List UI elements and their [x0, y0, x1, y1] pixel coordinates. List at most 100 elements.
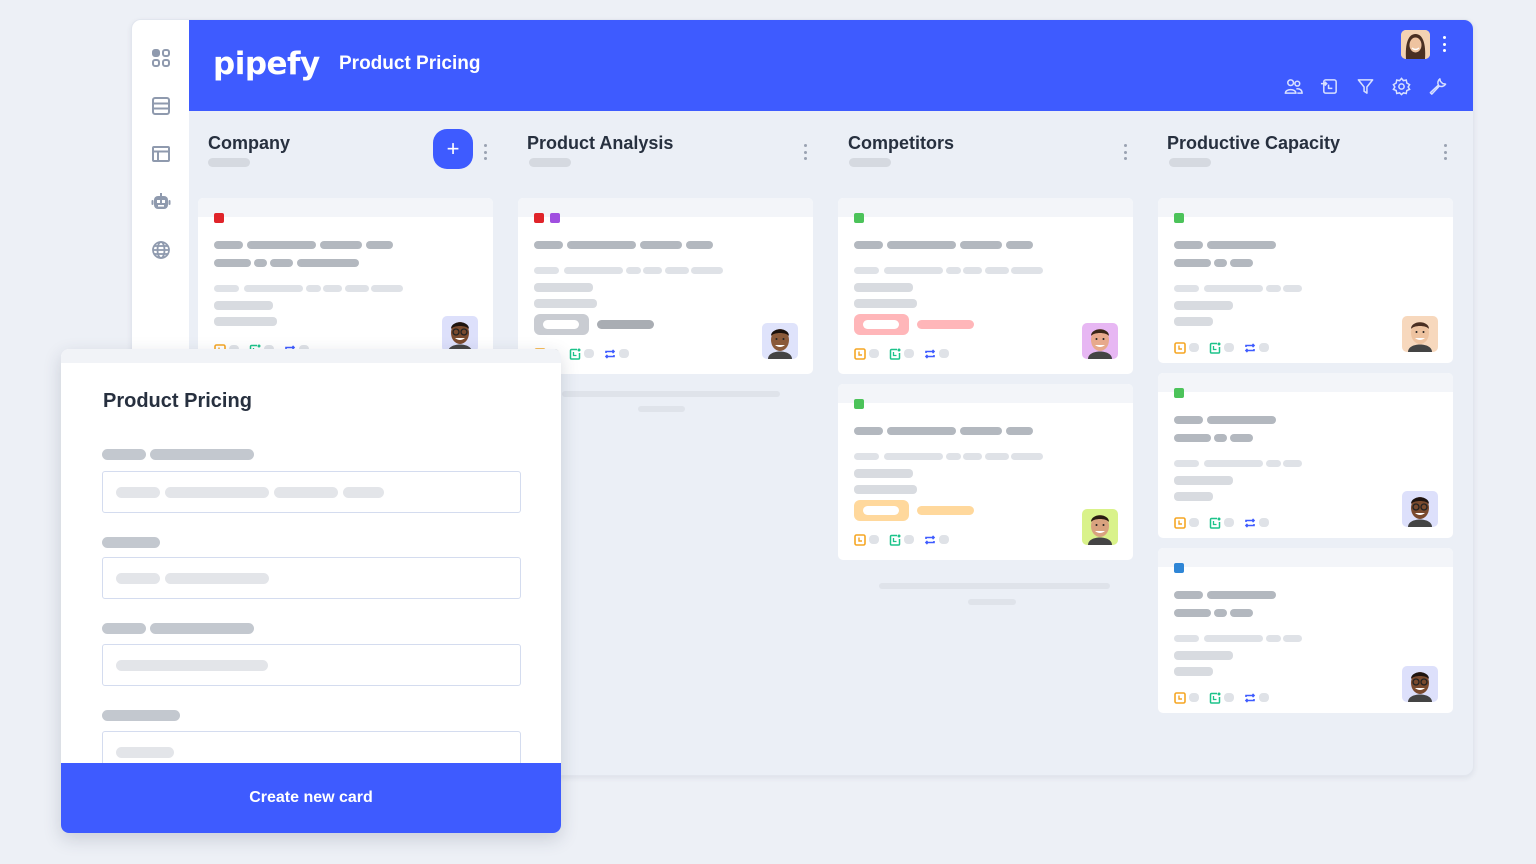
card-field-placeholder	[643, 267, 662, 274]
form-field-input[interactable]	[102, 644, 521, 686]
assignee-avatar[interactable]	[442, 316, 478, 352]
robot-icon[interactable]	[149, 190, 173, 214]
filter-icon[interactable]	[1356, 77, 1375, 96]
card-labels	[214, 213, 224, 223]
card-labels	[1174, 213, 1184, 223]
header-more-menu[interactable]	[1441, 36, 1447, 52]
card-title-placeholder	[567, 241, 636, 249]
card-field-placeholder	[371, 285, 403, 292]
clock-icon	[1174, 516, 1186, 529]
pipe-card[interactable]	[1158, 373, 1453, 538]
card-field-placeholder	[244, 285, 303, 292]
phase-more-menu[interactable]	[803, 144, 808, 160]
card-title-placeholder	[887, 241, 956, 249]
assignee-avatar[interactable]	[1402, 316, 1438, 352]
due-date-icon	[1209, 691, 1221, 704]
form-field-input[interactable]	[102, 471, 521, 513]
card-badges	[854, 347, 959, 360]
card-title-placeholder	[1174, 241, 1203, 249]
pipe-card[interactable]	[198, 198, 493, 368]
members-icon[interactable]	[1284, 77, 1303, 96]
card-title-placeholder	[1207, 591, 1276, 599]
phase-more-menu[interactable]	[483, 144, 488, 160]
phase-title: Company	[208, 133, 291, 153]
phase-footer-placeholder	[879, 583, 1110, 589]
card-header-strip	[838, 198, 1133, 217]
card-title-placeholder	[247, 241, 316, 249]
form-field-input[interactable]	[102, 557, 521, 599]
card-field-placeholder	[1174, 285, 1199, 292]
card-field-placeholder	[1011, 453, 1043, 460]
pipefy-logo[interactable]: pipefy	[213, 46, 320, 82]
settings-icon[interactable]	[1392, 77, 1411, 96]
card-title-placeholder	[1174, 591, 1203, 599]
sync-icon	[924, 533, 936, 545]
card-field-placeholder	[1283, 635, 1302, 642]
card-title-placeholder	[960, 427, 1002, 435]
assignee-avatar[interactable]	[1082, 323, 1118, 359]
pipe-card[interactable]	[838, 198, 1133, 374]
badge-value-placeholder	[1224, 342, 1234, 352]
pipe-card[interactable]	[518, 198, 813, 374]
phase-more-menu[interactable]	[1443, 144, 1448, 160]
card-title-placeholder	[1006, 427, 1033, 435]
phase-title: Productive Capacity	[1167, 133, 1341, 153]
card-title-placeholder	[960, 241, 1002, 249]
card-field-placeholder	[1283, 285, 1302, 292]
card-field-placeholder	[985, 453, 1009, 460]
assignee-avatar[interactable]	[1402, 666, 1438, 702]
phase-footer-placeholder	[562, 391, 780, 397]
card-title-placeholder	[1174, 259, 1211, 267]
card-title-placeholder	[1174, 609, 1211, 617]
badge-value-placeholder	[939, 348, 949, 358]
sync-icon	[1244, 516, 1256, 528]
phase-card-count	[208, 158, 250, 167]
card-title-placeholder	[366, 241, 393, 249]
card-field-placeholder	[946, 453, 961, 460]
card-field-placeholder	[884, 267, 943, 274]
card-field-placeholder	[985, 267, 1009, 274]
card-field-placeholder	[854, 299, 917, 308]
create-new-card-button[interactable]: Create new card	[61, 763, 561, 833]
user-avatar[interactable]	[1401, 30, 1430, 59]
card-field-placeholder	[854, 453, 879, 460]
globe-icon[interactable]	[149, 238, 173, 262]
database-icon[interactable]	[149, 94, 173, 118]
wrench-icon[interactable]	[1428, 77, 1447, 96]
add-card-button[interactable]: +	[433, 129, 473, 169]
card-field-placeholder	[1174, 301, 1233, 310]
card-field-placeholder	[214, 301, 273, 310]
badge-value-placeholder	[904, 534, 914, 544]
card-status-pill	[854, 314, 909, 335]
badge-value-placeholder	[869, 348, 879, 358]
card-status-pill	[854, 500, 909, 521]
assignee-avatar[interactable]	[1082, 509, 1118, 545]
badge-value-placeholder	[1259, 517, 1269, 527]
phase-more-menu[interactable]	[1123, 144, 1128, 160]
card-field-placeholder	[1204, 460, 1263, 467]
pipe-card[interactable]	[1158, 548, 1453, 713]
badge-value-placeholder	[1189, 692, 1199, 702]
card-field-placeholder	[1174, 651, 1233, 660]
pipe-card[interactable]	[838, 384, 1133, 560]
label-green	[854, 213, 864, 223]
pipe-card[interactable]	[1158, 198, 1453, 363]
assignee-avatar[interactable]	[1402, 491, 1438, 527]
import-icon[interactable]	[1320, 77, 1339, 96]
card-labels	[1174, 563, 1184, 573]
assignee-avatar[interactable]	[762, 323, 798, 359]
phase-footer-placeholder	[968, 599, 1016, 605]
card-badges	[854, 533, 959, 546]
card-title-placeholder	[214, 259, 251, 267]
card-title-placeholder	[214, 241, 243, 249]
layout-icon[interactable]	[149, 142, 173, 166]
card-title-placeholder	[1214, 434, 1227, 442]
card-title-placeholder	[1230, 259, 1253, 267]
due-date-icon	[1209, 516, 1221, 529]
modal-title: Product Pricing	[103, 390, 252, 412]
badge-value-placeholder	[904, 348, 914, 358]
due-date-icon	[889, 533, 901, 546]
label-blue	[1174, 563, 1184, 573]
apps-grid-icon[interactable]	[149, 46, 173, 70]
clock-icon	[1174, 341, 1186, 354]
